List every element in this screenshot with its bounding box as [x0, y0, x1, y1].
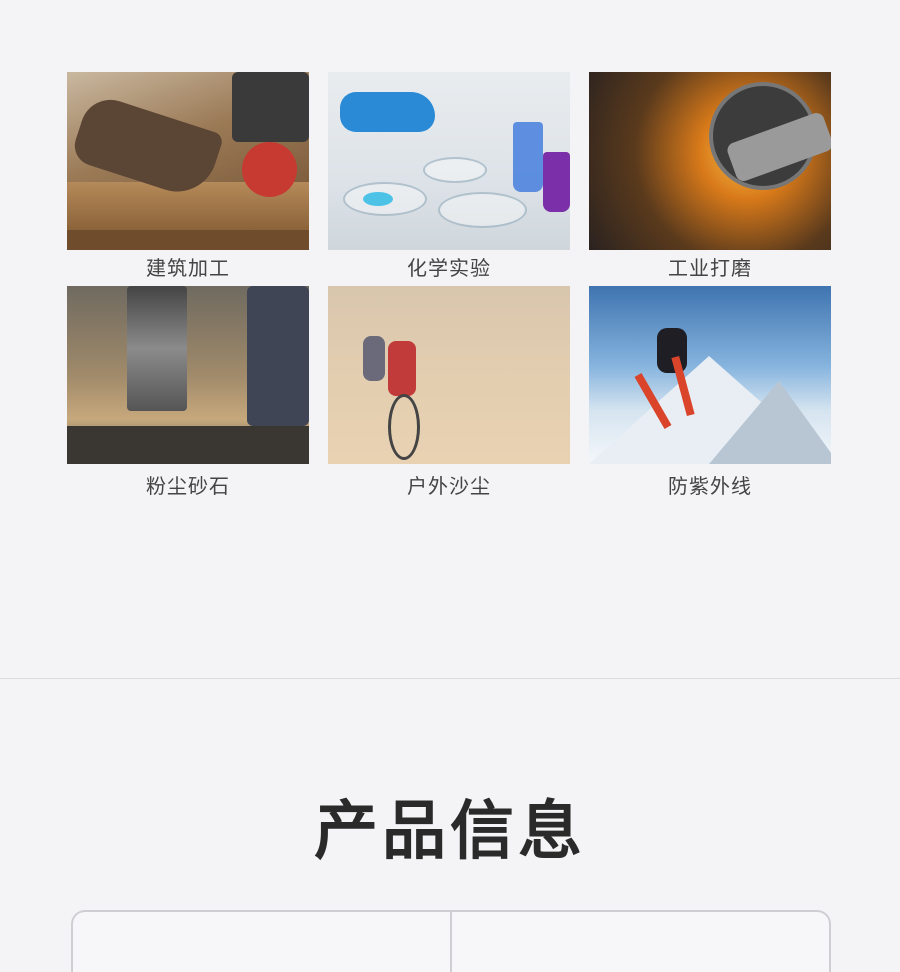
skiing-image	[589, 286, 831, 464]
scenario-label: 防紫外线	[668, 474, 752, 498]
product-info-table	[71, 910, 831, 972]
scenario-label: 户外沙尘	[407, 474, 491, 498]
scenario-uv: 防紫外线	[589, 286, 831, 506]
usage-scenarios-grid: 建筑加工 化学实验 工业打磨 粉尘砂石 户外沙尘 防紫外线	[67, 72, 831, 506]
table-cell	[450, 912, 829, 972]
table-cell	[73, 912, 450, 972]
construction-image	[67, 72, 309, 250]
scenario-chemistry: 化学实验	[328, 72, 570, 286]
outdoor-image	[328, 286, 570, 464]
scenario-label: 化学实验	[407, 256, 491, 280]
scenario-label: 建筑加工	[146, 256, 230, 280]
scenario-grinding: 工业打磨	[589, 72, 831, 286]
scenario-outdoor: 户外沙尘	[328, 286, 570, 506]
scenario-dust: 粉尘砂石	[67, 286, 309, 506]
dust-image	[67, 286, 309, 464]
section-title: 产品信息	[314, 795, 586, 869]
scenario-label: 工业打磨	[668, 256, 752, 280]
grinding-image	[589, 72, 831, 250]
chemistry-image	[328, 72, 570, 250]
scenario-construction: 建筑加工	[67, 72, 309, 286]
scenario-label: 粉尘砂石	[146, 474, 230, 498]
section-divider	[0, 678, 900, 679]
